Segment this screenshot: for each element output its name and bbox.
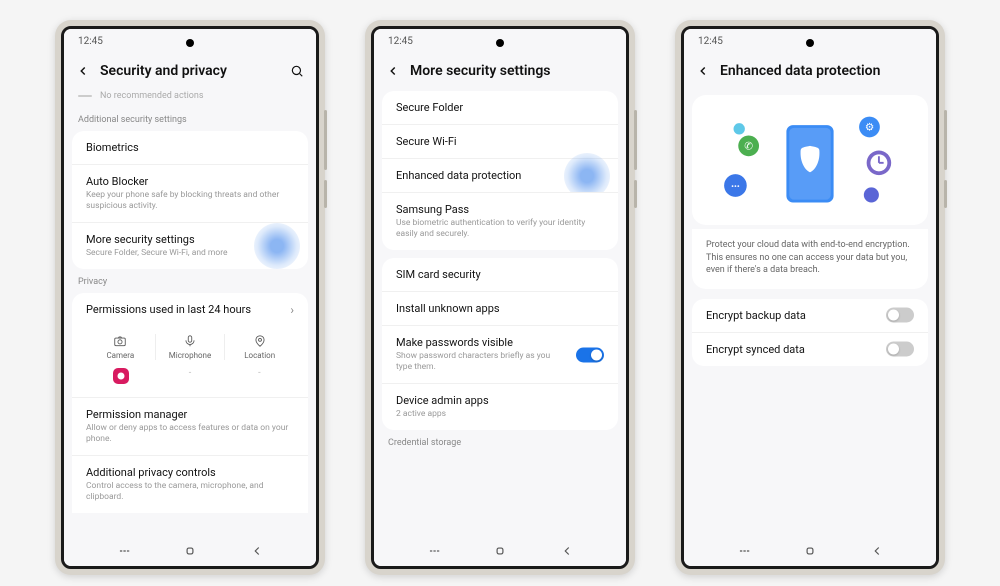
item-encrypt-backup[interactable]: Encrypt backup data [692, 299, 928, 332]
camera-icon [113, 334, 127, 348]
phone-frame-2: 12:45 More security settings Secure Fold… [365, 20, 635, 575]
volume-button [634, 110, 637, 170]
item-secure-wifi[interactable]: Secure Wi-Fi [382, 124, 618, 158]
description-text: Protect your cloud data with end-to-end … [692, 229, 928, 289]
back-icon[interactable] [76, 64, 90, 78]
svg-text:•••: ••• [731, 182, 740, 192]
microphone-icon [183, 334, 197, 348]
header: More security settings [374, 53, 626, 91]
clock-text: 12:45 [78, 36, 103, 47]
toggle-passwords-visible[interactable] [576, 347, 604, 362]
item-biometrics[interactable]: Biometrics [72, 131, 308, 164]
chevron-right-icon: › [290, 303, 294, 317]
item-samsung-pass[interactable]: Samsung Pass Use biometric authenticatio… [382, 192, 618, 250]
recents-icon[interactable] [737, 544, 751, 558]
back-nav-icon[interactable] [870, 544, 884, 558]
camera-hole [806, 39, 814, 47]
back-nav-icon[interactable] [560, 544, 574, 558]
page-title: More security settings [410, 63, 614, 79]
item-install-unknown-apps[interactable]: Install unknown apps [382, 291, 618, 325]
home-icon[interactable] [803, 544, 817, 558]
recents-icon[interactable] [117, 544, 131, 558]
volume-button [944, 110, 947, 170]
item-additional-privacy[interactable]: Additional privacy controls Control acce… [72, 455, 308, 513]
clock-text: 12:45 [698, 36, 723, 47]
item-permission-manager[interactable]: Permission manager Allow or deny apps to… [72, 397, 308, 455]
home-icon[interactable] [183, 544, 197, 558]
svg-text:✆: ✆ [744, 140, 753, 153]
header: Enhanced data protection [684, 53, 936, 91]
item-sim-security[interactable]: SIM card security [382, 258, 618, 291]
power-button [324, 180, 327, 208]
item-enhanced-data-protection[interactable]: Enhanced data protection [382, 158, 618, 192]
page-title: Enhanced data protection [720, 63, 924, 79]
camera-hole [186, 39, 194, 47]
phone-frame-3: 12:45 Enhanced data protection ✆ ••• ⚙ [675, 20, 945, 575]
back-icon[interactable] [696, 64, 710, 78]
back-icon[interactable] [386, 64, 400, 78]
item-auto-blocker[interactable]: Auto Blocker Keep your phone safe by blo… [72, 164, 308, 222]
recents-icon[interactable] [427, 544, 441, 558]
item-permissions-24h[interactable]: Permissions used in last 24 hours › [72, 293, 308, 326]
power-button [944, 180, 947, 208]
search-icon[interactable] [290, 64, 304, 78]
section-label-additional: Additional security settings [64, 107, 316, 131]
camera-hole [496, 39, 504, 47]
item-device-admin-apps[interactable]: Device admin apps 2 active apps [382, 383, 618, 430]
illustration: ✆ ••• ⚙ [692, 95, 928, 225]
location-icon [253, 334, 267, 348]
nav-bar [64, 536, 316, 566]
section-label-credential: Credential storage [374, 430, 626, 454]
indicator-bar [78, 95, 92, 97]
mic-app-placeholder: - [155, 368, 224, 387]
clock-text: 12:45 [388, 36, 413, 47]
section-label-privacy: Privacy [64, 269, 316, 293]
item-secure-folder[interactable]: Secure Folder [382, 91, 618, 124]
header: Security and privacy [64, 53, 316, 91]
toggle-encrypt-synced[interactable] [886, 342, 914, 357]
item-encrypt-synced[interactable]: Encrypt synced data [692, 332, 928, 366]
nav-bar [684, 536, 936, 566]
phone-frame-1: 12:45 Security and privacy No recommende… [55, 20, 325, 575]
page-title: Security and privacy [100, 63, 280, 79]
tap-highlight-icon [254, 223, 300, 269]
home-icon[interactable] [493, 544, 507, 558]
volume-button [324, 110, 327, 170]
toggle-encrypt-backup[interactable] [886, 308, 914, 323]
nav-bar [374, 536, 626, 566]
camera-app-icon [113, 368, 129, 384]
back-nav-icon[interactable] [250, 544, 264, 558]
svg-text:⚙: ⚙ [865, 121, 874, 134]
power-button [634, 180, 637, 208]
item-make-passwords-visible[interactable]: Make passwords visible Show password cha… [382, 325, 618, 383]
loc-app-placeholder: - [225, 368, 294, 387]
item-more-security[interactable]: More security settings Secure Folder, Se… [72, 222, 308, 269]
permission-icons-row: Camera Microphone Location [72, 326, 308, 364]
recommend-text: No recommended actions [100, 91, 204, 101]
permission-apps-row: - - [72, 364, 308, 397]
